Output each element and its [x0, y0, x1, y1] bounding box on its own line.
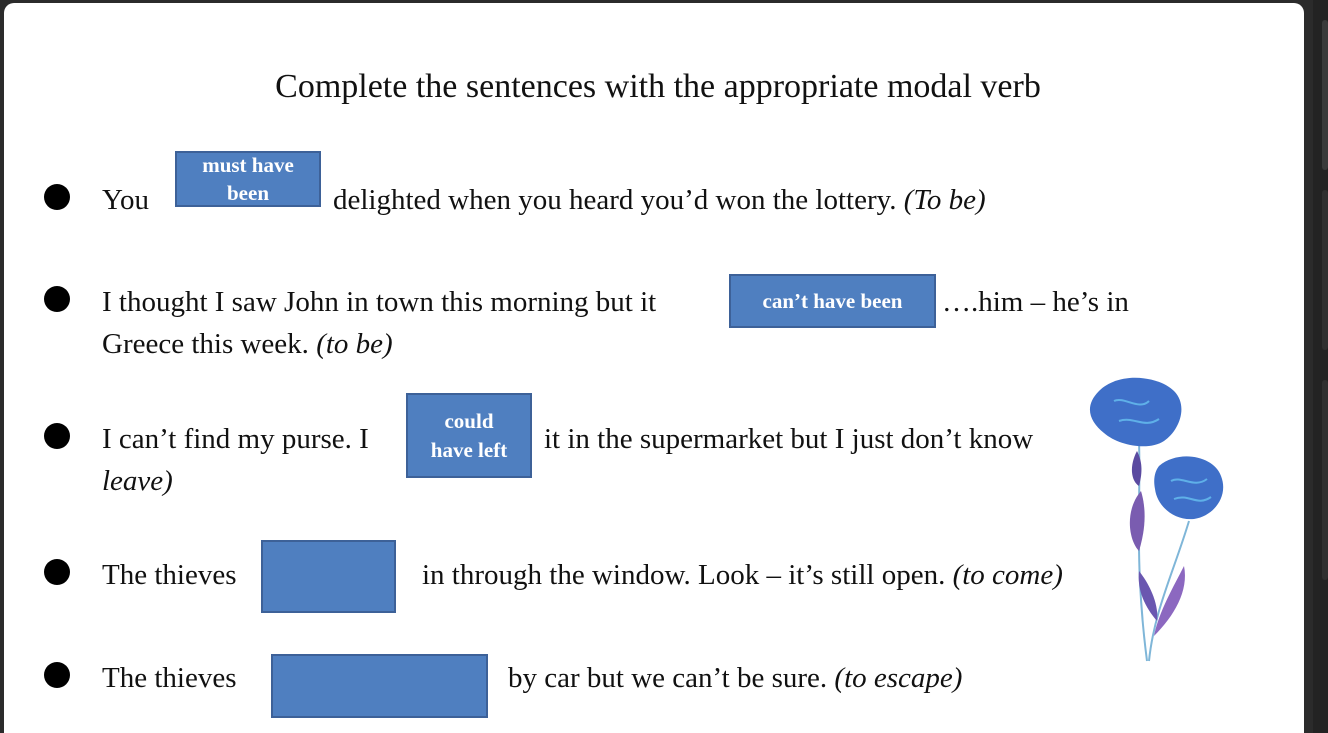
sentence-1-hint: (To be)	[903, 184, 986, 216]
bullet-icon	[44, 286, 70, 312]
answer-box-3[interactable]: could have left	[406, 393, 532, 478]
sentence-3-before: I can’t find my purse. I	[102, 423, 369, 455]
sentence-2-line-2: Greece this week. (to be)	[102, 328, 393, 361]
scrollbar-thumb[interactable]	[1322, 20, 1328, 170]
sentence-2-hint: (to be)	[316, 328, 393, 360]
sentence-3-after: it in the supermarket but I just don’t k…	[544, 423, 1034, 455]
answer-box-5[interactable]	[271, 654, 488, 718]
answer-1-line-2: been	[227, 181, 269, 205]
slide-title: Complete the sentences with the appropri…	[275, 68, 1041, 105]
answer-3-line-1: could	[444, 409, 494, 434]
sentence-1-before: You	[102, 184, 150, 216]
sentence-4-hint: (to come)	[952, 559, 1063, 591]
sentence-1-after: delighted when you heard you’d won the l…	[333, 184, 986, 217]
sentence-5-before: The thieves	[102, 662, 237, 694]
sentence-2-before: I thought I saw John in town this mornin…	[102, 286, 657, 318]
bullet-icon	[44, 423, 70, 449]
answer-2: can’t have been	[762, 288, 903, 313]
sentence-5-text: by car but we can’t be sure.	[508, 662, 828, 694]
answer-3-line-2: have left	[430, 437, 508, 462]
sentence-4-before: The thieves	[102, 559, 237, 591]
sentence-4-after: in through the window. Look – it’s still…	[422, 559, 1063, 592]
sentence-1-text: delighted when you heard you’d won the l…	[333, 184, 897, 216]
answer-box-2[interactable]: can’t have been	[729, 274, 936, 328]
bullet-icon	[44, 662, 70, 688]
sentence-5-hint: (to escape)	[834, 662, 963, 694]
sentence-3-hint: leave)	[102, 465, 173, 497]
answer-1-line-1: must have	[202, 152, 294, 177]
sentence-2-after: ….him – he’s in	[942, 286, 1129, 318]
flower-icon	[1089, 377, 1224, 662]
answer-box-1[interactable]: must have been	[175, 151, 321, 207]
scrollbar-thumb-tertiary	[1322, 380, 1328, 580]
sentence-2-line-2-text: Greece this week.	[102, 328, 309, 360]
sentence-5-after: by car but we can’t be sure. (to escape)	[508, 662, 962, 695]
scrollbar-thumb-secondary	[1322, 190, 1328, 350]
bullet-icon	[44, 184, 70, 210]
sentence-4-text: in through the window. Look – it’s still…	[422, 559, 946, 591]
bullet-icon	[44, 559, 70, 585]
answer-box-4[interactable]	[261, 540, 396, 613]
slide: Complete the sentences with the appropri…	[4, 3, 1304, 733]
